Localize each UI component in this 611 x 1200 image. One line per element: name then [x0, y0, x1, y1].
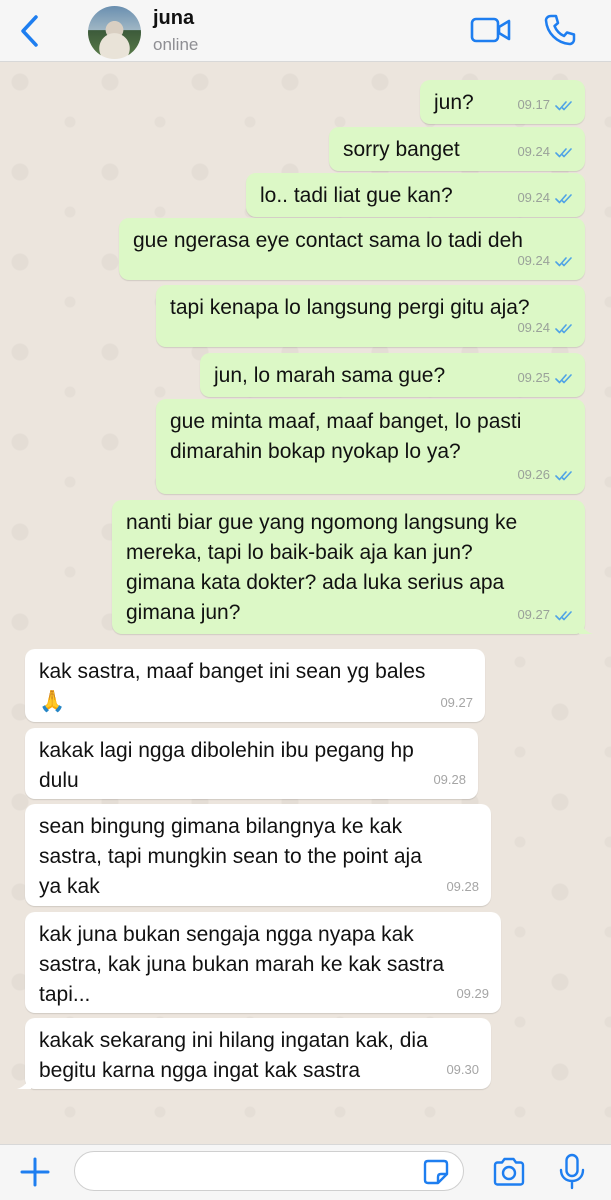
phone-icon — [544, 14, 576, 46]
message-time: 09.24 — [517, 190, 550, 205]
message-time: 09.25 — [517, 370, 550, 385]
message-bubble-outgoing[interactable]: jun? 09.17 — [420, 80, 585, 124]
double-check-icon — [555, 147, 572, 157]
message-text: kak juna bukan sengaja ngga nyapa kak sa… — [39, 923, 445, 1006]
message-composer — [0, 1144, 611, 1200]
bubble-tail — [17, 1075, 31, 1089]
message-bubble-outgoing[interactable]: nanti biar gue yang ngomong langsung ke … — [112, 500, 593, 634]
microphone-button[interactable] — [557, 1153, 587, 1191]
message-bubble-outgoing[interactable]: gue minta maaf, maaf banget, lo pasti di… — [156, 399, 585, 494]
bubble-tail — [579, 620, 593, 634]
camera-button[interactable] — [491, 1156, 527, 1188]
double-check-icon — [555, 193, 572, 203]
double-check-icon — [555, 323, 572, 333]
message-bubble-outgoing[interactable]: lo.. tadi liat gue kan? 09.24 — [246, 173, 585, 217]
chevron-left-icon — [21, 15, 38, 47]
message-bubble-incoming[interactable]: kak sastra, maaf banget ini sean yg bale… — [25, 649, 485, 722]
double-check-icon — [555, 256, 572, 266]
message-bubble-incoming[interactable]: kakak lagi ngga dibolehin ibu pegang hp … — [25, 728, 478, 799]
message-time: 09.24 — [517, 320, 550, 335]
voice-call-button[interactable] — [542, 12, 578, 48]
message-bubble-incoming[interactable]: sean bingung gimana bilangnya ke kak sas… — [25, 804, 491, 906]
video-call-button[interactable] — [470, 14, 512, 46]
message-bubble-outgoing[interactable]: gue ngerasa eye contact sama lo tadi deh… — [119, 218, 585, 280]
message-bubble-outgoing[interactable]: jun, lo marah sama gue? 09.25 — [200, 353, 585, 397]
avatar[interactable] — [88, 6, 141, 59]
double-check-icon — [555, 610, 572, 620]
message-text: tapi kenapa lo langsung pergi gitu aja? — [170, 296, 530, 319]
message-time: 09.26 — [517, 467, 550, 482]
message-text: gue minta maaf, maaf banget, lo pasti di… — [170, 410, 522, 463]
message-text: gue ngerasa eye contact sama lo tadi deh — [133, 229, 523, 252]
camera-icon — [493, 1157, 525, 1186]
microphone-icon — [559, 1153, 585, 1190]
message-time: 09.28 — [446, 879, 479, 894]
sticker-icon — [423, 1159, 449, 1185]
video-camera-icon — [470, 17, 511, 43]
attach-button[interactable] — [18, 1155, 52, 1189]
message-time: 09.17 — [517, 97, 550, 112]
contact-status: online — [153, 35, 199, 54]
sticker-button[interactable] — [422, 1158, 450, 1186]
chat-area[interactable]: jun? 09.17 sorry banget 09.24 lo.. tadi … — [0, 62, 611, 1144]
message-time: 09.28 — [433, 772, 466, 787]
message-input[interactable] — [74, 1151, 464, 1191]
message-text: kakak lagi ngga dibolehin ibu pegang hp … — [39, 739, 414, 792]
message-text: sean bingung gimana bilangnya ke kak sas… — [39, 815, 422, 898]
message-text: nanti biar gue yang ngomong langsung ke … — [126, 511, 518, 624]
chat-header: juna online — [0, 0, 611, 62]
plus-icon — [20, 1157, 50, 1187]
message-time: 09.30 — [446, 1062, 479, 1077]
double-check-icon — [555, 373, 572, 383]
message-text: kak sastra, maaf banget ini sean yg bale… — [39, 660, 426, 713]
message-bubble-outgoing[interactable]: tapi kenapa lo langsung pergi gitu aja? … — [156, 285, 585, 347]
message-time: 09.24 — [517, 253, 550, 268]
contact-name[interactable]: juna — [153, 7, 194, 30]
double-check-icon — [555, 470, 572, 480]
double-check-icon — [555, 100, 572, 110]
message-bubble-incoming[interactable]: kakak sekarang ini hilang ingatan kak, d… — [17, 1018, 491, 1089]
back-button[interactable] — [14, 14, 44, 48]
message-time: 09.24 — [517, 144, 550, 159]
message-time: 09.29 — [456, 986, 489, 1001]
message-bubble-outgoing[interactable]: sorry banget 09.24 — [329, 127, 585, 171]
message-time: 09.27 — [440, 695, 473, 710]
message-time: 09.27 — [517, 607, 550, 622]
message-bubble-incoming[interactable]: kak juna bukan sengaja ngga nyapa kak sa… — [25, 912, 501, 1013]
message-text: kakak sekarang ini hilang ingatan kak, d… — [39, 1029, 428, 1082]
